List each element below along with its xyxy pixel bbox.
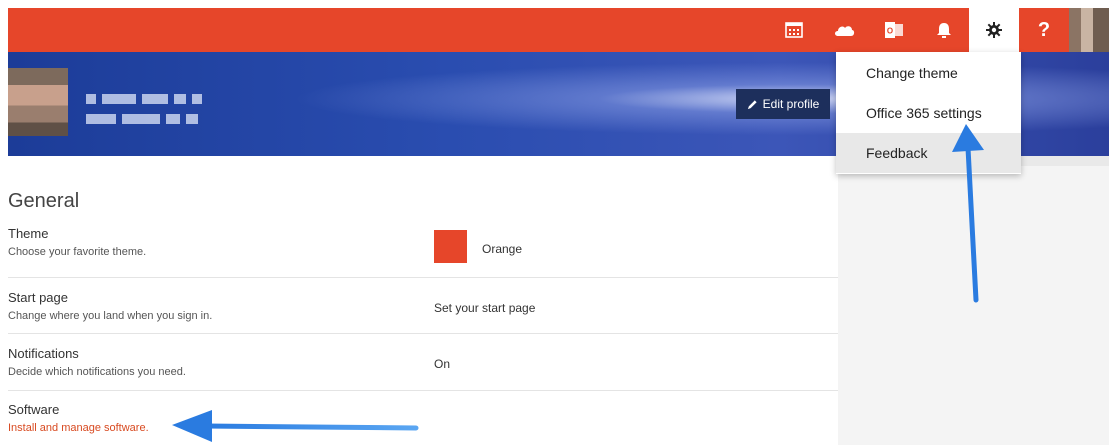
notifications-value[interactable]: On — [434, 357, 450, 371]
profile-name-redacted — [86, 94, 202, 104]
svg-text:O: O — [887, 27, 893, 36]
setting-row-theme[interactable]: Theme Choose your favorite theme. Orange — [8, 226, 838, 278]
edit-profile-label: Edit profile — [762, 97, 820, 111]
edit-profile-button[interactable]: Edit profile — [736, 89, 830, 119]
outlook-icon[interactable]: O — [869, 8, 919, 52]
setting-desc: Choose your favorite theme. — [8, 246, 147, 258]
menu-item-change-theme[interactable]: Change theme — [836, 53, 1021, 93]
profile-email-redacted — [86, 114, 198, 124]
settings-dropdown-menu: Change theme Office 365 settings Feedbac… — [836, 52, 1021, 174]
bell-icon[interactable] — [919, 8, 969, 52]
right-panel — [838, 156, 1109, 445]
setting-row-software[interactable]: Software Install and manage software. — [8, 402, 838, 442]
setting-title: Software — [8, 402, 60, 417]
menu-item-feedback[interactable]: Feedback — [836, 133, 1021, 173]
setting-desc: Change where you land when you sign in. — [8, 310, 213, 322]
theme-color-swatch[interactable] — [434, 230, 467, 263]
setting-title: Notifications — [8, 346, 79, 361]
setting-row-notifications[interactable]: Notifications Decide which notifications… — [8, 346, 838, 391]
gear-icon[interactable] — [969, 8, 1019, 52]
setting-title: Start page — [8, 290, 68, 305]
calendar-icon[interactable] — [769, 8, 819, 52]
top-icon-group: O ? — [769, 8, 1109, 52]
onedrive-icon[interactable] — [819, 8, 869, 52]
install-software-link[interactable]: Install and manage software. — [8, 422, 149, 434]
section-title-general: General — [8, 190, 80, 212]
setting-row-start-page[interactable]: Start page Change where you land when yo… — [8, 290, 838, 334]
start-page-value[interactable]: Set your start page — [434, 301, 535, 315]
theme-value[interactable]: Orange — [482, 242, 522, 256]
menu-item-office-365-settings[interactable]: Office 365 settings — [836, 93, 1021, 133]
profile-photo — [8, 68, 68, 136]
pencil-icon — [747, 99, 757, 109]
setting-desc: Decide which notifications you need. — [8, 366, 186, 378]
top-navigation-bar: O ? — [8, 8, 1109, 52]
user-avatar[interactable] — [1069, 8, 1109, 52]
help-icon[interactable]: ? — [1019, 8, 1069, 52]
setting-title: Theme — [8, 226, 49, 241]
